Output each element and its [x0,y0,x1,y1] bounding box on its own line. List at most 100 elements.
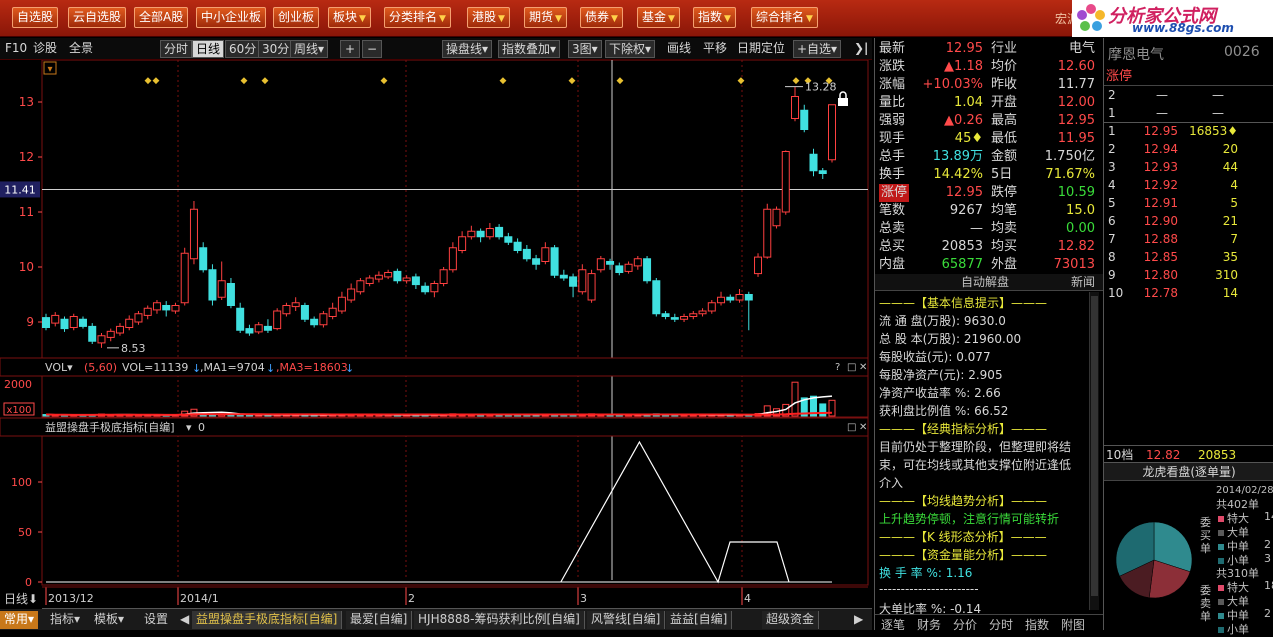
zoom-out-button[interactable]: − [362,40,382,58]
quote-tab[interactable]: 指数 [1025,616,1049,633]
buy-row[interactable]: 4 12.92 4 [1104,176,1273,194]
nav-2[interactable]: 云自选股 [68,7,127,28]
candle-body [606,261,615,265]
nav-1[interactable]: 自选股 [12,7,59,28]
tab-scroll-right-icon[interactable]: ▶ [852,611,865,629]
candle-body [828,104,836,161]
chart-area[interactable]: 9 10 11 12 13 11.41 ▾ ◆ ◆ ◆ ◆ ◆ ◆ ◆ ◆ ◆ ◆ ◆ ◆ 13.28 8.53 VOL▾… [0,59,872,610]
quote-label: 内盘 [879,257,906,272]
nav-8[interactable]: 港股 ▼ [467,7,510,28]
limit-status: 涨停 [1104,68,1273,86]
buy-row[interactable]: 3 12.93 44 [1104,158,1273,176]
quote-tab[interactable]: 财务 [917,616,941,633]
nav-4[interactable]: 中小企业板 [196,7,267,28]
nav-9[interactable]: 期货 ▼ [524,7,567,28]
buy-row[interactable]: 7 12.88 7 [1104,230,1273,248]
level-index: 2 [1108,142,1116,156]
exright-dropdown[interactable]: 下除权▾ [605,40,656,58]
nav-5[interactable]: 创业板 [273,7,320,28]
draw-line-button[interactable]: 画线 [664,40,694,58]
candle-body [42,317,50,329]
event-marker-icon: ◆ [500,76,507,86]
quote-label: 金额 [991,149,1018,164]
level-index: 2 [1108,88,1116,102]
nav-10[interactable]: 债券 ▼ [580,7,623,28]
period-indicator[interactable]: 日线⬇ [0,591,43,609]
analysis-scrollbar[interactable] [1089,292,1099,610]
dropdown-arrow-icon: ▼ [555,14,562,24]
candle-body [328,307,337,317]
quote-value: 71.67% [1045,167,1095,182]
quote-label: 均买 [991,239,1018,254]
manipulate-line-dropdown[interactable]: 操盘线▾ [442,40,493,58]
settings-menu[interactable]: 设置 [140,611,172,629]
nav-11[interactable]: 基金 ▼ [637,7,680,28]
kline-chart[interactable]: 91011121311.41▾◆ ◆ ◆ ◆ ◆ ◆ ◆ ◆ ◆ ◆ ◆ ◆13.288.53VOL▾… [0,59,872,610]
buy-row[interactable]: 9 12.80 310 [1104,266,1273,284]
level-volume: 14 [1222,286,1238,300]
analysis-line: 每股净资产(元): 2.905 [879,368,1003,382]
buy-row[interactable]: 2 12.94 20 [1104,140,1273,158]
volume-ma1-line [45,395,833,416]
pan-button[interactable]: 平移 [700,40,730,58]
tab-indicator-2[interactable]: 最爱[自编] [346,611,413,629]
nav-label: 综合排名 [756,10,805,24]
date-locate-button[interactable]: 日期定位 [734,40,788,58]
nav-6[interactable]: 板块 ▼ [328,7,371,28]
common-menu[interactable]: 常用▾ [0,611,39,629]
diagnose-button[interactable]: 诊股 [30,40,60,58]
template-menu[interactable]: 模板▾ [90,611,128,629]
quote-label: 开盘 [991,95,1018,110]
three-chart-dropdown[interactable]: 3图▾ [568,40,602,58]
add-watchlist-dropdown[interactable]: +自选▾ [793,40,842,58]
sell-row: 2 — — [1104,86,1273,104]
f10-button[interactable]: F10 [2,40,30,58]
indicator-dropdown-icon: ▾ [186,421,192,434]
period-30min[interactable]: 30分 [258,40,294,58]
quote-tab[interactable]: 分时 [989,616,1013,633]
zoom-in-button[interactable]: + [340,40,360,58]
period-intraday[interactable]: 分时 [160,40,193,58]
period-week-dropdown[interactable]: 周线▾ [290,40,329,58]
quote-value: — [970,221,983,236]
nav-12[interactable]: 指数 ▼ [693,7,736,28]
nav-7[interactable]: 分类排名 ▼ [384,7,451,28]
nav-3[interactable]: 全部A股 [134,7,189,28]
tab-indicator-6[interactable]: 超级资金 [762,611,820,629]
quote-tab[interactable]: 分价 [953,616,977,633]
candle-body [652,280,661,315]
candle-body [263,325,272,331]
news-tab[interactable]: 新闻 [1071,274,1095,290]
maximize-icon: □ [847,422,856,433]
tab-indicator-3[interactable]: HJH8888-筹码获利比例[自编] [414,611,585,629]
panorama-button[interactable]: 全景 [66,40,96,58]
level-volume: 7 [1230,232,1238,246]
index-overlay-dropdown[interactable]: 指数叠加▾ [498,40,561,58]
level-price: 12.90 [1143,214,1178,228]
high-label: 13.28 [805,81,837,94]
candle-body [171,305,180,312]
quote-value: 9267 [949,203,983,218]
nav-13[interactable]: 综合排名 ▼ [751,7,818,28]
indicator-menu[interactable]: 指标▾ [46,611,84,629]
auto-analysis-title[interactable]: 自动解盘 [961,274,1009,290]
tab-indicator-4[interactable]: 风警线[自编] [587,611,666,629]
candle-body [300,305,309,320]
period-daily[interactable]: 日线 [192,40,225,58]
quote-tab[interactable]: 逐笔 [881,616,905,633]
tab-scroll-left-icon[interactable]: ◀ [178,611,191,629]
collapse-panel-icon[interactable]: ❯| [851,40,871,58]
buy-row[interactable]: 6 12.90 21 [1104,212,1273,230]
buy-row[interactable]: 5 12.91 5 [1104,194,1273,212]
event-marker-icon: ◆ [381,76,388,86]
tab-indicator-1[interactable]: 益盟操盘手极底指标[自编] [192,611,343,629]
buy-row[interactable]: 8 12.85 35 [1104,248,1273,266]
quote-tab[interactable]: 附图 [1061,616,1085,633]
buy-row[interactable]: 1 12.95 16853♦ [1104,122,1273,140]
candle-body [550,247,559,276]
candle-body [818,170,827,174]
buy-row[interactable]: 10 12.78 14 [1104,284,1273,302]
period-60min[interactable]: 60分 [225,40,261,58]
candle-body [60,318,69,330]
tab-indicator-5[interactable]: 益益[自编] [666,611,733,629]
